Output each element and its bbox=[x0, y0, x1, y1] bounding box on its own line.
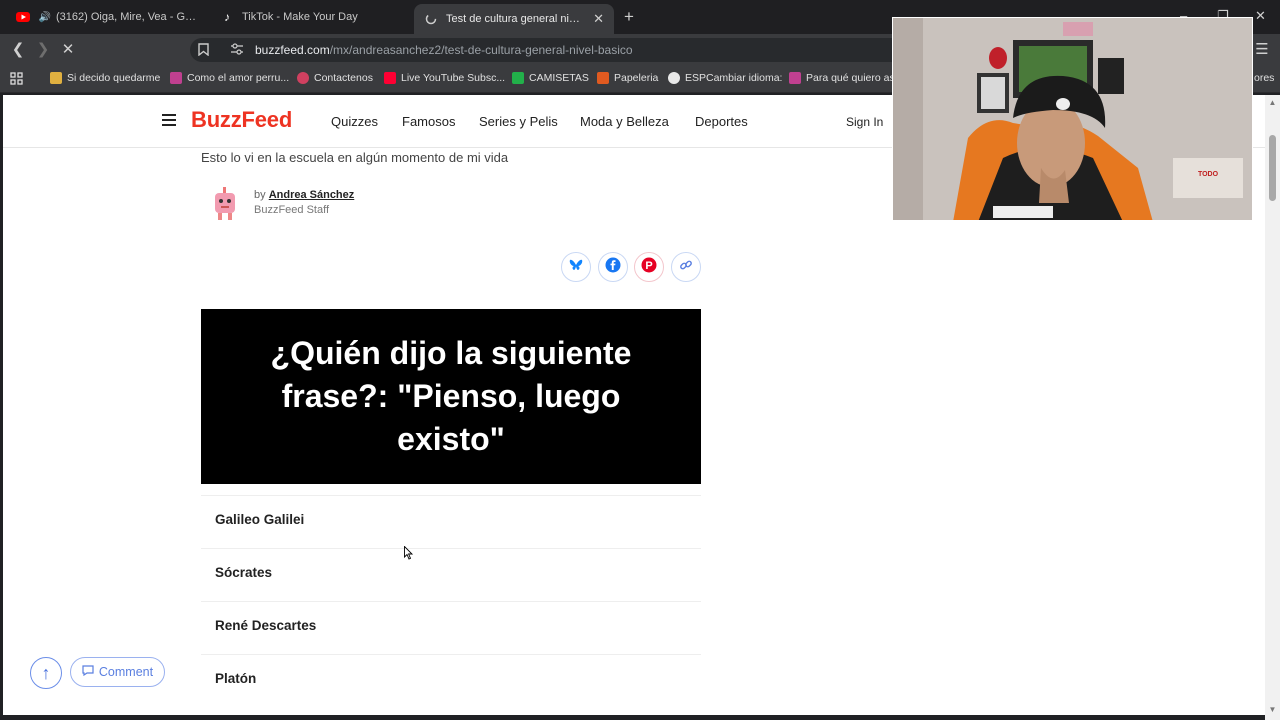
scroll-down-arrow-icon[interactable]: ▼ bbox=[1268, 705, 1277, 714]
stop-loading-icon[interactable]: ✕ bbox=[58, 40, 78, 60]
svg-text:P: P bbox=[645, 260, 652, 272]
bookmark-item[interactable]: Papeleria bbox=[597, 72, 658, 84]
bookmark-label: Si decido quedarme bbox=[67, 72, 161, 84]
sign-in-link[interactable]: Sign In bbox=[846, 115, 883, 129]
byline-prefix: by bbox=[254, 189, 266, 201]
bookmark-favicon bbox=[512, 72, 524, 84]
bookmark-item[interactable]: CAMISETAS bbox=[512, 72, 589, 84]
apps-grid-icon[interactable] bbox=[10, 72, 23, 85]
bookmark-favicon bbox=[297, 72, 309, 84]
bookmark-label: Papeleria bbox=[614, 72, 659, 84]
nav-deportes[interactable]: Deportes bbox=[695, 114, 748, 129]
scroll-thumb[interactable] bbox=[1269, 135, 1276, 201]
author-role: BuzzFeed Staff bbox=[254, 204, 330, 216]
back-to-top-button[interactable]: ↑ bbox=[30, 657, 62, 689]
bookmark-item[interactable]: Live YouTube Subsc... bbox=[384, 72, 505, 84]
answer-option[interactable]: René Descartes bbox=[201, 601, 701, 649]
bookmark-item[interactable]: ores bbox=[1254, 72, 1274, 84]
answer-option[interactable]: Galileo Galilei bbox=[201, 495, 701, 543]
bookmark-item[interactable]: Contactenos bbox=[297, 72, 373, 84]
close-tab-icon[interactable]: ✕ bbox=[593, 11, 604, 27]
bookmark-label: Contactenos bbox=[314, 72, 373, 84]
copy-link-button[interactable] bbox=[671, 252, 701, 282]
bluesky-icon bbox=[569, 258, 583, 276]
pinterest-icon: P bbox=[641, 257, 657, 278]
tab-tiktok[interactable]: ♪ TikTok - Make Your Day bbox=[210, 4, 410, 30]
tab-youtube[interactable]: 🔊 (3162) Oiga, Mire, Vea - Guayacán bbox=[6, 4, 206, 30]
author-avatar[interactable] bbox=[212, 187, 238, 221]
answer-option[interactable]: Platón bbox=[201, 654, 701, 702]
bluesky-share-button[interactable] bbox=[561, 252, 591, 282]
url-text[interactable]: buzzfeed.com/mx/andreasanchez2/test-de-c… bbox=[255, 43, 633, 57]
url-host: buzzfeed.com bbox=[255, 43, 330, 57]
bookmark-item[interactable]: Como el amor perru... bbox=[170, 72, 289, 84]
bookmark-label: Para qué quiero asp bbox=[806, 72, 901, 84]
nav-quizzes[interactable]: Quizzes bbox=[331, 114, 378, 129]
bookmark-favicon bbox=[170, 72, 182, 84]
bookmark-favicon bbox=[668, 72, 680, 84]
speaker-icon: 🔊 bbox=[38, 11, 52, 23]
comment-icon bbox=[82, 665, 94, 679]
forward-icon[interactable]: ❯ bbox=[33, 40, 53, 60]
bookmark-label: ores bbox=[1254, 72, 1275, 84]
bookmark-item[interactable]: Para qué quiero asp bbox=[789, 72, 901, 84]
tiktok-icon: ♪ bbox=[224, 10, 230, 24]
loading-icon bbox=[424, 12, 438, 26]
article-subtitle: Esto lo vi en la escuela en algún moment… bbox=[201, 150, 509, 165]
tab-buzzfeed-active[interactable]: Test de cultura general nivel básico ✕ bbox=[414, 4, 614, 34]
bookmark-icon[interactable] bbox=[198, 43, 209, 59]
site-settings-icon[interactable] bbox=[230, 43, 244, 58]
menu-icon[interactable]: ☰ bbox=[1252, 40, 1272, 60]
hamburger-menu-icon[interactable] bbox=[162, 114, 176, 126]
svg-text:TODO: TODO bbox=[1198, 171, 1219, 178]
bookmark-item[interactable]: Si decido quedarme bbox=[50, 72, 160, 84]
tab-title: (3162) Oiga, Mire, Vea - Guayacán bbox=[56, 11, 196, 23]
bookmark-favicon bbox=[597, 72, 609, 84]
nav-famosos[interactable]: Famosos bbox=[402, 114, 455, 129]
link-icon bbox=[679, 258, 693, 277]
bookmark-label: Como el amor perru... bbox=[187, 72, 290, 84]
facebook-share-button[interactable] bbox=[598, 252, 628, 282]
bookmark-label: ESPCambiar idioma: bbox=[685, 72, 783, 84]
page-scrollbar[interactable]: ▲ ▼ bbox=[1265, 95, 1280, 720]
byline: by Andrea Sánchez bbox=[254, 189, 354, 201]
buzzfeed-logo[interactable]: BuzzFeed bbox=[191, 107, 292, 133]
youtube-icon bbox=[384, 72, 396, 84]
tab-title: Test de cultura general nivel básico bbox=[446, 13, 583, 25]
question-text: ¿Quién dijo la siguiente frase?: "Pienso… bbox=[270, 335, 632, 457]
scroll-up-arrow-icon[interactable]: ▲ bbox=[1268, 98, 1277, 107]
comment-button[interactable]: Comment bbox=[70, 657, 165, 687]
mouse-cursor-icon bbox=[404, 545, 414, 560]
bookmark-favicon bbox=[50, 72, 62, 84]
back-icon[interactable]: ❮ bbox=[8, 40, 28, 60]
bookmark-favicon bbox=[789, 72, 801, 84]
facebook-icon bbox=[605, 257, 621, 278]
author-name[interactable]: Andrea Sánchez bbox=[269, 189, 355, 201]
bookmark-item[interactable]: ESPCambiar idioma: bbox=[668, 72, 782, 84]
pinterest-share-button[interactable]: P bbox=[634, 252, 664, 282]
answer-option[interactable]: Sócrates bbox=[201, 548, 701, 596]
bookmark-label: Live YouTube Subsc... bbox=[401, 72, 506, 84]
youtube-icon bbox=[16, 10, 30, 24]
tab-title: TikTok - Make Your Day bbox=[242, 11, 358, 23]
comment-label: Comment bbox=[98, 665, 154, 679]
nav-series-y-pelis[interactable]: Series y Pelis bbox=[479, 114, 558, 129]
arrow-up-icon: ↑ bbox=[41, 662, 51, 683]
url-path: /mx/andreasanchez2/test-de-cultura-gener… bbox=[329, 43, 633, 57]
webcam-scene: TODO bbox=[893, 18, 1252, 220]
close-window-icon[interactable]: ✕ bbox=[1255, 8, 1266, 24]
nav-moda-y-belleza[interactable]: Moda y Belleza bbox=[580, 114, 669, 129]
new-tab-icon[interactable]: + bbox=[624, 8, 634, 25]
webcam-overlay: TODO bbox=[892, 17, 1253, 221]
question-card: ¿Quién dijo la siguiente frase?: "Pienso… bbox=[201, 309, 701, 484]
bookmark-label: CAMISETAS bbox=[529, 72, 589, 84]
